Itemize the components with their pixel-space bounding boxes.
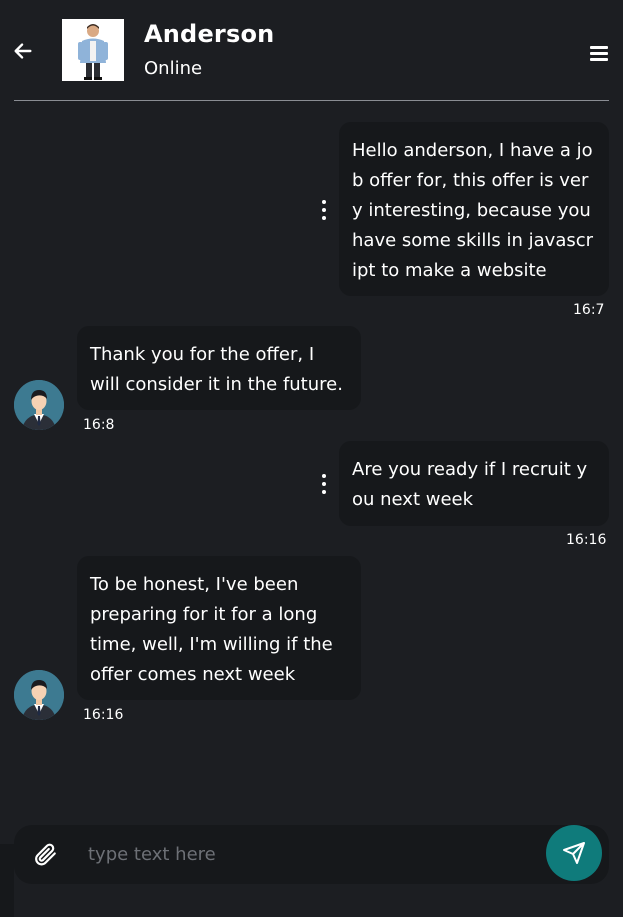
arrow-left-icon bbox=[14, 43, 32, 59]
message-time: 16:16 bbox=[83, 707, 124, 723]
message-time: 16:8 bbox=[83, 417, 115, 433]
message-bubble-incoming[interactable]: To be honest, I've been preparing for it… bbox=[77, 556, 361, 700]
back-button[interactable] bbox=[10, 38, 36, 64]
paper-plane-icon bbox=[563, 842, 585, 864]
message-options-button[interactable] bbox=[318, 473, 330, 495]
contact-profile-photo[interactable] bbox=[62, 19, 124, 81]
message-bubble-outgoing[interactable]: Are you ready if I recruit you next week bbox=[339, 441, 609, 526]
contact-name: Anderson bbox=[144, 20, 275, 48]
chat-header: Anderson Online bbox=[0, 0, 623, 101]
chat-screen: Anderson Online Hello anderson, I have a… bbox=[0, 0, 623, 917]
message-options-button[interactable] bbox=[318, 199, 330, 221]
message-bubble-outgoing[interactable]: Hello anderson, I have a job offer for, … bbox=[339, 122, 609, 296]
message-bubble-incoming[interactable]: Thank you for the offer, I will consider… bbox=[77, 326, 361, 410]
message-composer bbox=[14, 825, 609, 884]
message-input[interactable] bbox=[88, 837, 528, 871]
send-button[interactable] bbox=[546, 825, 602, 881]
hamburger-menu-icon bbox=[590, 45, 608, 49]
contact-avatar[interactable] bbox=[14, 380, 64, 430]
person-avatar-icon bbox=[14, 380, 64, 430]
vertical-ellipsis-icon bbox=[322, 200, 326, 204]
person-avatar-icon bbox=[14, 670, 64, 720]
paperclip-icon bbox=[35, 843, 56, 866]
contact-photo-image bbox=[62, 19, 124, 81]
message-time: 16:16 bbox=[566, 532, 607, 548]
message-time: 16:7 bbox=[573, 302, 605, 318]
contact-status: Online bbox=[144, 58, 203, 79]
attach-button[interactable] bbox=[32, 841, 58, 867]
header-divider bbox=[14, 100, 609, 101]
vertical-ellipsis-icon bbox=[322, 474, 326, 478]
menu-button[interactable] bbox=[590, 40, 610, 66]
bottom-edge bbox=[0, 844, 14, 917]
contact-avatar[interactable] bbox=[14, 670, 64, 720]
